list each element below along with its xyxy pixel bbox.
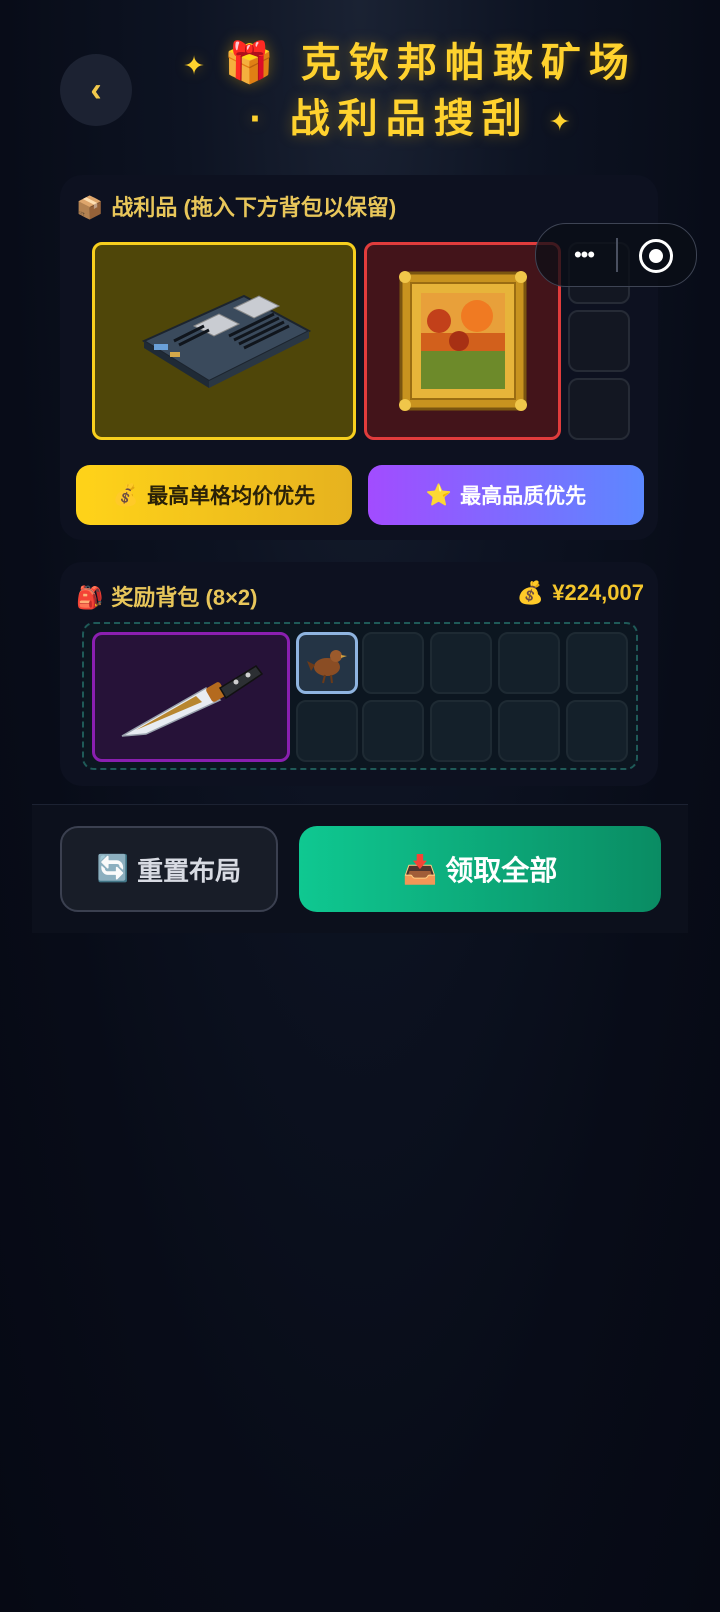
- more-options-button[interactable]: •••: [556, 224, 612, 286]
- backpack-icon: 🎒: [76, 586, 104, 611]
- loot-slot-empty[interactable]: [568, 310, 630, 372]
- bag-item-bird[interactable]: [296, 632, 358, 694]
- bag-total-value: 💰 ¥224,007: [516, 580, 644, 606]
- bag-item-knife[interactable]: [92, 632, 290, 762]
- loot-item-motherboard[interactable]: [92, 242, 356, 440]
- loot-label: 📦 战利品 (拖入下方背包以保留): [76, 195, 397, 221]
- bag-slot-empty[interactable]: [498, 632, 560, 694]
- bag-label: 🎒 奖励背包 (8×2): [76, 585, 258, 611]
- package-icon: 📦: [76, 196, 104, 221]
- knife-icon: [121, 665, 264, 737]
- mini-program-capsule: •••: [535, 223, 697, 287]
- bird-figurine-icon: [307, 650, 347, 684]
- title-line-2: · 战利品搜刮: [249, 97, 530, 142]
- inbox-tray-icon: 📥: [402, 852, 438, 886]
- capsule-divider: [616, 238, 618, 272]
- title-line-1: 🎁 克钦邦帕敢矿场: [224, 41, 637, 85]
- back-button[interactable]: ‹: [60, 54, 132, 126]
- star-icon: ⭐: [425, 482, 453, 507]
- bag-slot-empty[interactable]: [430, 632, 492, 694]
- bag-slot-empty[interactable]: [566, 700, 628, 762]
- bag-slot-empty[interactable]: [566, 632, 628, 694]
- bag-slot-empty[interactable]: [362, 632, 424, 694]
- chevron-left-icon: ‹: [90, 70, 102, 109]
- more-icon: •••: [573, 242, 595, 267]
- bag-slot-empty[interactable]: [362, 700, 424, 762]
- money-bag-icon: 💰: [516, 581, 545, 606]
- money-bag-icon: 💰: [112, 482, 140, 507]
- refresh-icon: 🔄: [96, 854, 130, 884]
- page-title: ✦ 🎁 克钦邦帕敢矿场 · 战利品搜刮 ✦: [150, 36, 670, 149]
- loot-item-painting[interactable]: [364, 242, 561, 440]
- claim-all-button[interactable]: 📥 领取全部: [299, 826, 661, 912]
- sparkle-icon: ✦: [548, 106, 571, 137]
- sparkle-icon: ✦: [183, 50, 205, 81]
- sort-by-value-button[interactable]: 💰 最高单格均价优先: [76, 465, 352, 525]
- bag-slot-empty[interactable]: [498, 700, 560, 762]
- close-program-icon[interactable]: [639, 239, 673, 273]
- painting-icon: [398, 271, 527, 411]
- motherboard-icon: [141, 294, 312, 388]
- reset-layout-button[interactable]: 🔄 重置布局: [60, 826, 278, 912]
- bag-slot-empty[interactable]: [430, 700, 492, 762]
- loot-slot-empty[interactable]: [568, 378, 630, 440]
- bag-slot-empty[interactable]: [296, 700, 358, 762]
- sort-by-quality-button[interactable]: ⭐ 最高品质优先: [368, 465, 644, 525]
